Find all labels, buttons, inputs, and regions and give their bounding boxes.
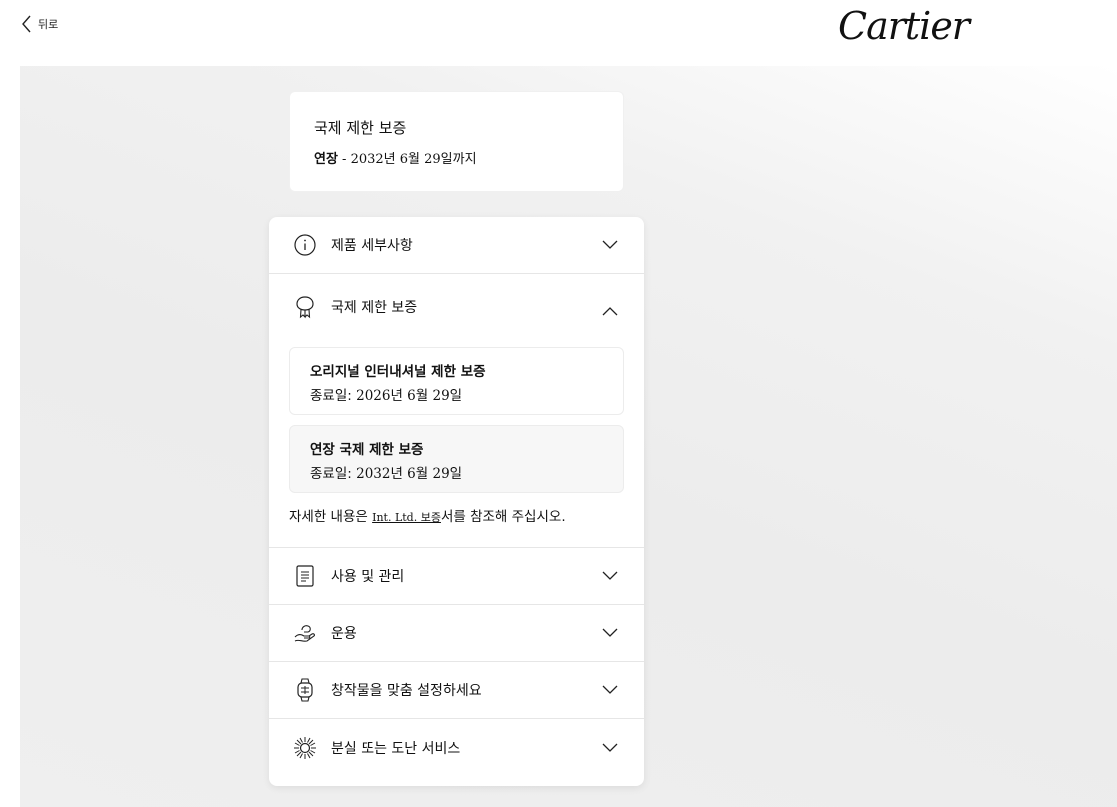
card-date: 종료일: 2032년 6월 29일 <box>310 462 603 482</box>
accordion-label: 제품 세부사항 <box>331 238 413 254</box>
top-bar: 뒤로 Cartier <box>0 0 1117 66</box>
card-title: 오리지널 인터내셔널 제한 보증 <box>310 364 486 380</box>
accordion-item-lost-stolen[interactable]: 분실 또는 도난 서비스 <box>269 719 644 776</box>
back-button[interactable]: 뒤로 <box>20 14 58 34</box>
accordion-item-customize[interactable]: 창작물을 맞춤 설정하세요 <box>269 662 644 719</box>
date-value: 2026년 6월 29일 <box>356 388 463 404</box>
warranty-details: 오리지널 인터내셔널 제한 보증 종료일: 2026년 6월 29일 연장 국제… <box>269 339 644 548</box>
accordion-label: 사용 및 관리 <box>331 569 405 585</box>
accordion-label: 운용 <box>331 626 357 642</box>
note-prefix: 자세한 내용은 <box>289 509 373 525</box>
warranty-link[interactable]: Int. Ltd. 보증 <box>372 511 441 524</box>
extended-warranty-card: 연장 국제 제한 보증 종료일: 2032년 6월 29일 <box>289 425 624 493</box>
summary-extension: 연장 - 2032년 6월 29일까지 <box>314 148 599 167</box>
original-warranty-card: 오리지널 인터내셔널 제한 보증 종료일: 2026년 6월 29일 <box>289 347 624 415</box>
accordion-label: 창작물을 맞춤 설정하세요 <box>331 683 482 699</box>
accordion-label: 국제 제한 보증 <box>331 299 418 316</box>
accordion-item-care[interactable]: 사용 및 관리 <box>269 548 644 605</box>
accordion-item-operation[interactable]: 운용 <box>269 605 644 662</box>
accordion-item-warranty[interactable]: 국제 제한 보증 <box>269 274 644 339</box>
warranty-note: 자세한 내용은 Int. Ltd. 보증서를 참조해 주십시오. <box>289 505 624 525</box>
chevron-left-icon <box>22 15 31 33</box>
extension-text: - 2032년 6월 29일까지 <box>337 152 477 167</box>
chevron-down-icon <box>602 240 618 249</box>
accordion-panel: 제품 세부사항 국제 제한 보증 오리지널 인터내셔널 제한 보증 종료일: 2… <box>269 217 644 786</box>
chevron-down-icon <box>602 628 618 637</box>
extension-label: 연장 <box>314 152 338 167</box>
hand-care-icon <box>293 621 317 645</box>
warranty-summary-card: 국제 제한 보증 연장 - 2032년 6월 29일까지 <box>289 91 624 192</box>
summary-title: 국제 제한 보증 <box>314 119 407 137</box>
chevron-down-icon <box>602 685 618 694</box>
accordion-label: 분실 또는 도난 서비스 <box>331 740 461 757</box>
accordion-item-product-details[interactable]: 제품 세부사항 <box>269 217 644 274</box>
chevron-down-icon <box>602 743 618 752</box>
date-value: 2032년 6월 29일 <box>356 466 463 482</box>
info-icon <box>293 233 317 257</box>
watch-icon <box>293 678 317 702</box>
cartier-logo[interactable]: Cartier <box>838 4 970 48</box>
note-suffix: 서를 참조해 주십시오. <box>440 509 566 525</box>
card-date: 종료일: 2026년 6월 29일 <box>310 384 603 404</box>
date-label: 종료일: <box>310 388 357 404</box>
ribbon-badge-icon <box>293 295 317 319</box>
card-title: 연장 국제 제한 보증 <box>310 442 424 458</box>
date-label: 종료일: <box>310 466 357 482</box>
chevron-down-icon <box>602 571 618 580</box>
back-label: 뒤로 <box>38 18 59 31</box>
chevron-up-icon <box>602 306 618 315</box>
document-icon <box>293 564 317 588</box>
sun-burst-icon <box>293 736 317 760</box>
